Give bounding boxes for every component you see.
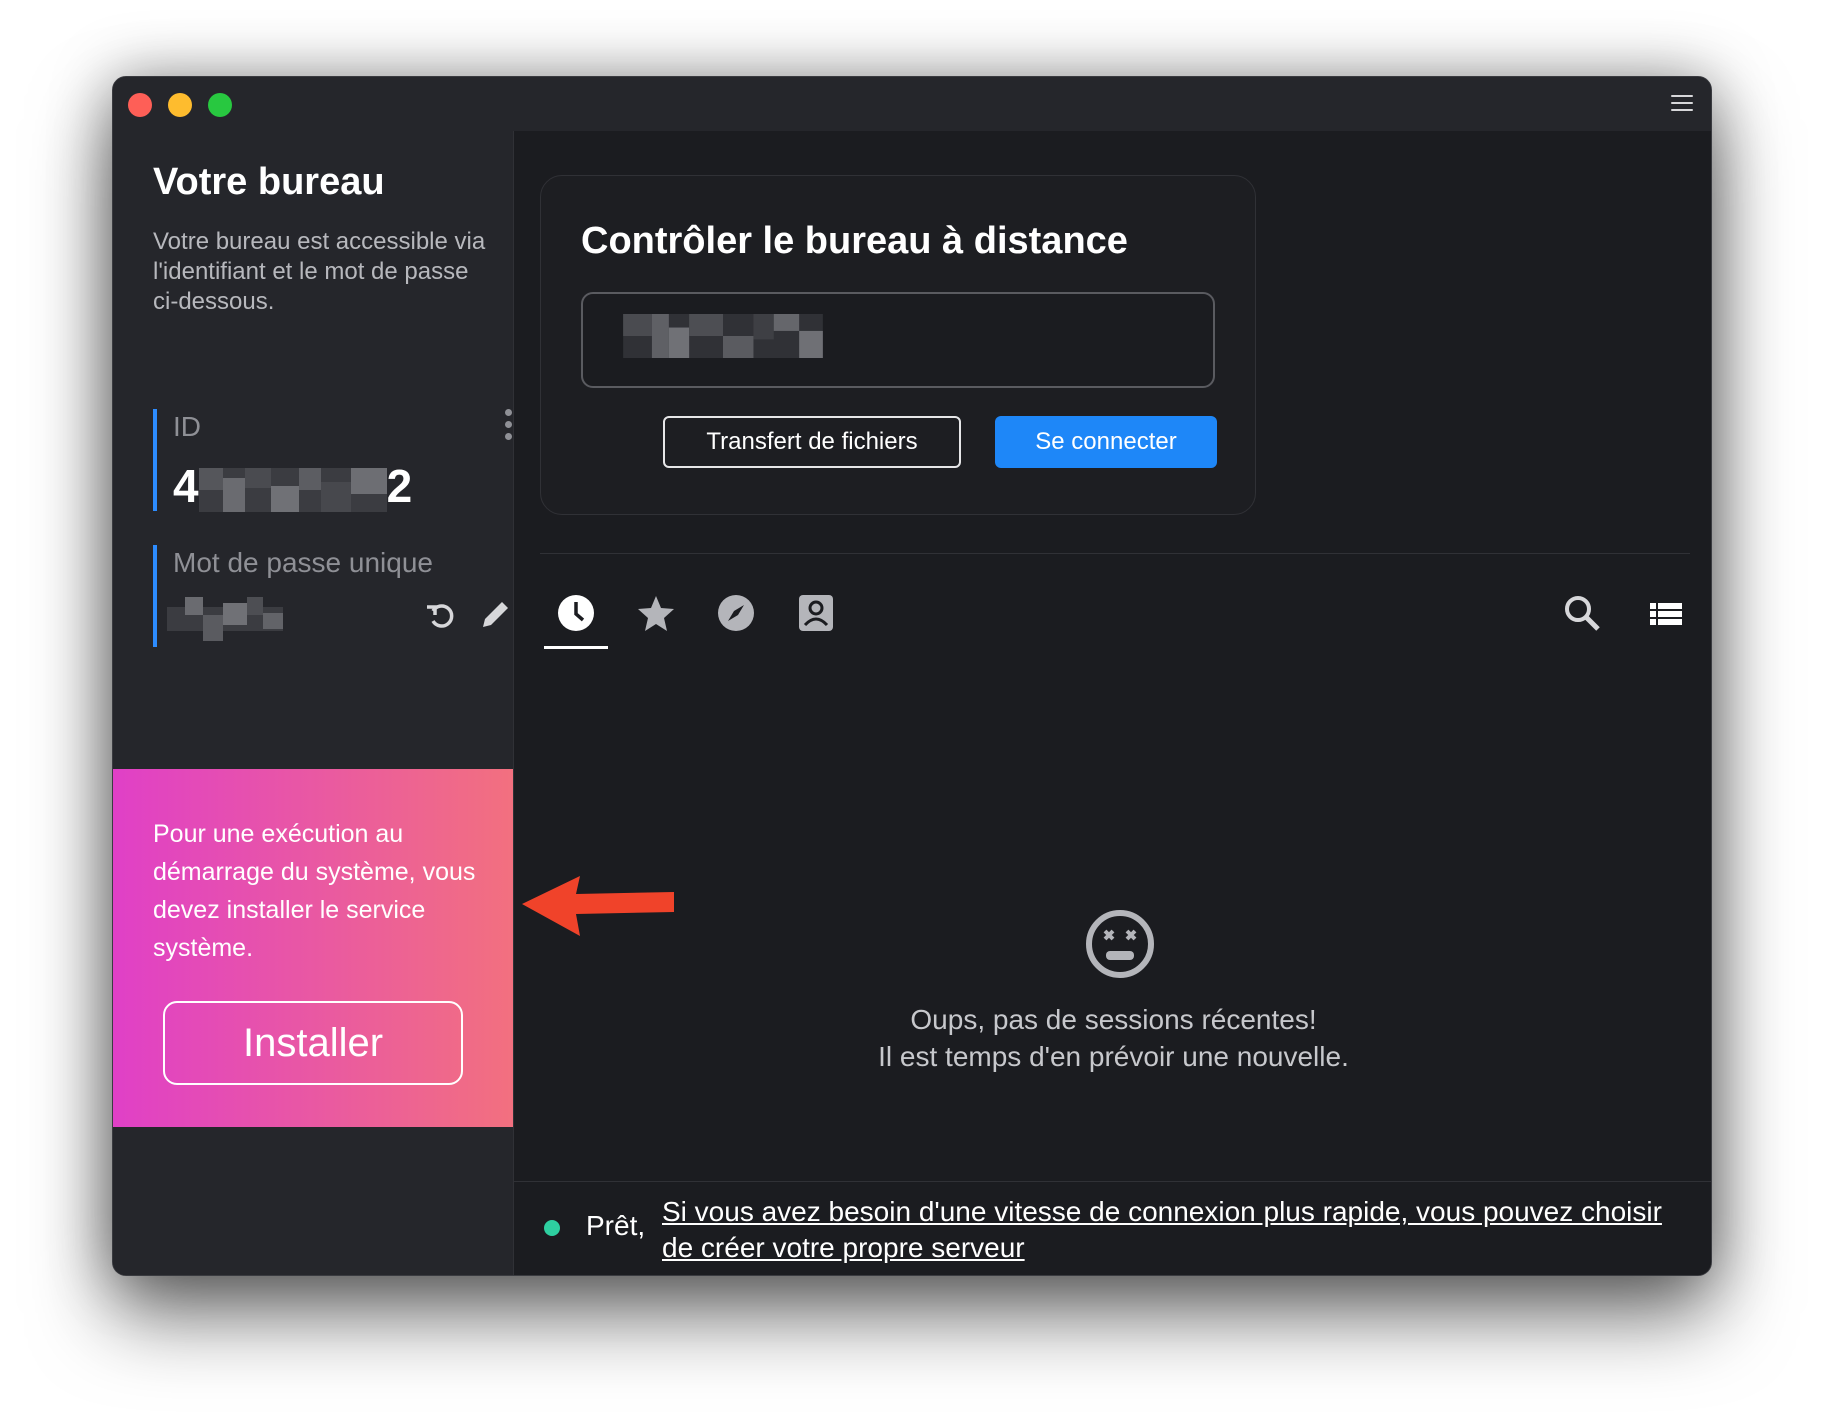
id-first-digit: 4 [173, 460, 199, 512]
password-field: Mot de passe unique [153, 545, 508, 647]
password-label: Mot de passe unique [173, 547, 433, 578]
install-service-banner: Pour une exécution au démarrage du systè… [113, 769, 513, 1127]
search-button[interactable] [1550, 575, 1614, 649]
section-divider [540, 553, 1690, 554]
view-toggle-button[interactable] [1634, 575, 1698, 649]
remote-control-title: Contrôler le bureau à distance [581, 220, 1128, 262]
pencil-icon[interactable] [477, 597, 513, 633]
id-field: ID 4 2 [153, 409, 512, 513]
search-icon [1565, 596, 1600, 631]
install-button[interactable]: Installer [163, 1001, 463, 1085]
minimize-button[interactable] [168, 93, 192, 117]
sidebar-description: Votre bureau est accessible via l'identi… [153, 228, 486, 315]
session-tabs [544, 575, 1704, 655]
sidebar: Votre bureau Votre bureau est accessible… [113, 131, 514, 1275]
main-panel: Contrôler le bureau à distance Transfert… [514, 131, 1711, 1275]
remote-control-card: Contrôler le bureau à distance Transfert… [540, 175, 1256, 515]
contact-card-icon [799, 595, 833, 631]
status-indicator [544, 1220, 560, 1236]
id-last-digit: 2 [386, 460, 413, 512]
compass-icon [718, 595, 754, 631]
empty-state-line-1: Oups, pas de sessions récentes! [910, 1004, 1317, 1035]
clock-icon [558, 595, 594, 631]
more-options-icon[interactable] [503, 409, 513, 443]
title-bar [113, 77, 1711, 132]
annotation-arrow [522, 876, 674, 936]
status-ready-text: Prêt, [586, 1210, 646, 1241]
tab-recent[interactable] [544, 575, 608, 649]
list-view-icon [1650, 603, 1682, 625]
remote-id-input[interactable] [581, 292, 1215, 388]
dizzy-face-icon [1086, 910, 1154, 978]
custom-server-link[interactable]: Si vous avez besoin d'une vitesse de con… [662, 1194, 1662, 1266]
redacted-remote-id [623, 314, 823, 358]
refresh-icon[interactable] [423, 597, 459, 633]
app-window: Votre bureau Votre bureau est accessible… [112, 76, 1712, 1276]
redacted-id [198, 467, 387, 512]
tab-address-book[interactable] [784, 575, 848, 649]
empty-state-message: Oups, pas de sessions récentes! Il est t… [514, 1001, 1711, 1075]
zoom-button[interactable] [208, 93, 232, 117]
redacted-password [167, 597, 283, 641]
password-actions [409, 597, 513, 638]
file-transfer-button[interactable]: Transfert de fichiers [663, 416, 961, 468]
tab-favorites[interactable] [624, 575, 688, 649]
tab-discovered[interactable] [704, 575, 768, 649]
connect-button[interactable]: Se connecter [995, 416, 1217, 468]
install-service-text: Pour une exécution au démarrage du systè… [153, 820, 476, 962]
status-bar: Prêt, Si vous avez besoin d'une vitesse … [514, 1181, 1711, 1275]
close-button[interactable] [128, 93, 152, 117]
empty-state-line-2: Il est temps d'en prévoir une nouvelle. [878, 1041, 1349, 1072]
star-icon [638, 596, 674, 631]
hamburger-menu-icon[interactable] [1671, 95, 1693, 113]
sidebar-title: Votre bureau [153, 161, 385, 203]
id-value[interactable]: 4 2 [173, 459, 473, 513]
id-label: ID [173, 411, 201, 442]
